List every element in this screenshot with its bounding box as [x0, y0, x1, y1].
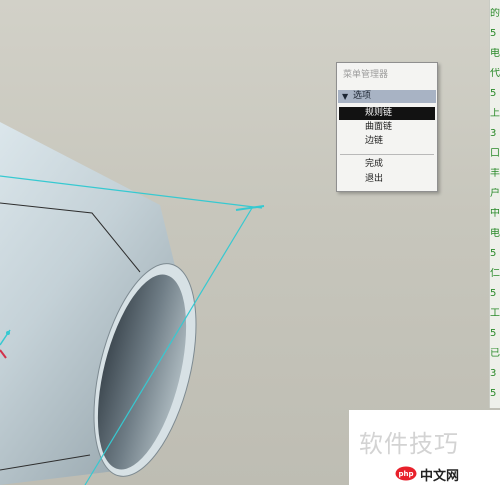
- model-tree-glyph[interactable]: 3: [490, 368, 500, 380]
- model-tree-strip: 的5电代5上3口丰户中电5仁5工5已35: [489, 0, 500, 408]
- model-tree-glyph[interactable]: 工: [490, 308, 500, 320]
- model-tree-glyph[interactable]: 丰: [490, 168, 500, 180]
- menu-item-surface-chain[interactable]: 曲面链: [339, 121, 435, 134]
- model-tree-glyph[interactable]: 的: [490, 8, 500, 20]
- menu-item-label: 完成: [365, 159, 384, 169]
- model-tree-glyph[interactable]: 5: [490, 28, 500, 40]
- menu-item-done[interactable]: 完成: [339, 158, 435, 171]
- model-tree-glyph[interactable]: 5: [490, 248, 500, 260]
- model-viewport[interactable]: 的5电代5上3口丰户中电5仁5工5已35 菜单管理器 ▼ 选项 规则链 曲面链 …: [0, 0, 500, 485]
- model-tree-glyph[interactable]: 电: [490, 48, 500, 60]
- menu-item-label: 退出: [365, 174, 384, 184]
- menu-section-label: 选项: [353, 91, 372, 101]
- menu-item-edge-chain[interactable]: 边链: [339, 135, 435, 148]
- menu-separator: [340, 154, 434, 155]
- watermark-site: 中文网: [420, 469, 460, 484]
- model-tree-glyph[interactable]: 户: [490, 188, 500, 200]
- menu-item-quit[interactable]: 退出: [339, 173, 435, 186]
- menu-item-label: 边链: [365, 136, 384, 146]
- watermark-text: 软件技巧: [359, 430, 459, 458]
- model-tree-glyph[interactable]: 5: [490, 288, 500, 300]
- model-tree-glyph[interactable]: 口: [490, 148, 500, 160]
- watermark: 软件技巧 php 中文网: [349, 410, 500, 485]
- model-tree-glyph[interactable]: 5: [490, 88, 500, 100]
- menu-title: 菜单管理器: [343, 70, 389, 80]
- model-tree-glyph[interactable]: 5: [490, 388, 500, 400]
- menu-item-rule-chain[interactable]: 规则链: [339, 107, 435, 120]
- php-logo-label: php: [398, 470, 413, 478]
- model-tree-glyph[interactable]: 上: [490, 108, 500, 120]
- menu-item-label: 规则链: [365, 108, 393, 118]
- menu-section-options[interactable]: ▼ 选项: [338, 90, 436, 103]
- menu-item-label: 曲面链: [365, 122, 393, 132]
- model-tree-glyph[interactable]: 已: [490, 348, 500, 360]
- triangle-down-icon: ▼: [342, 92, 349, 101]
- php-logo-icon: php: [395, 466, 417, 481]
- model-tree-glyph[interactable]: 代: [490, 68, 500, 80]
- model-tree-glyph[interactable]: 电: [490, 228, 500, 240]
- coord-marker: [6, 331, 10, 335]
- model-tree-glyph[interactable]: 中: [490, 208, 500, 220]
- menu-manager: 菜单管理器 ▼ 选项 规则链 曲面链 边链 完成 退出: [336, 62, 438, 192]
- model-tree-glyph[interactable]: 仁: [490, 268, 500, 280]
- model-tree-glyph[interactable]: 3: [490, 128, 500, 140]
- model-tree-glyph[interactable]: 5: [490, 328, 500, 340]
